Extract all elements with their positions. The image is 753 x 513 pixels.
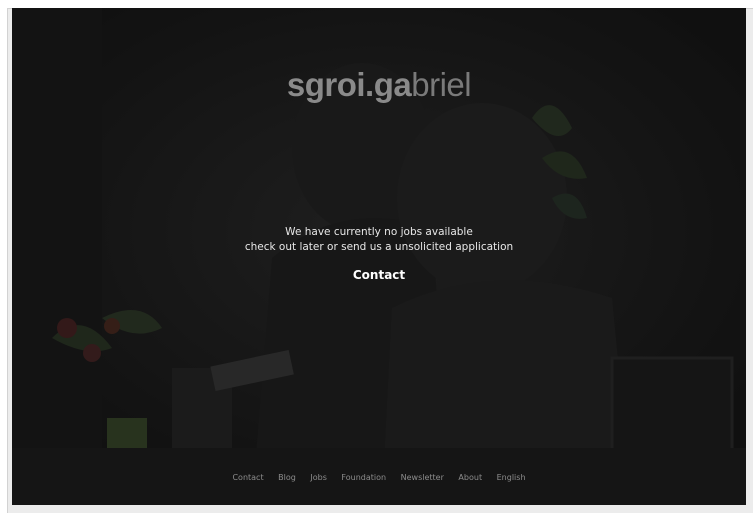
contact-link[interactable]: Contact <box>353 268 405 282</box>
message-line-2: check out later or send us a unsolicited… <box>244 241 514 253</box>
site-logo[interactable]: sgroi.gabriel <box>12 66 746 104</box>
logo-part-1: sgroi. <box>286 66 374 103</box>
footer-nav: Contact Blog Jobs Foundation Newsletter … <box>12 473 746 482</box>
footer-link-foundation[interactable]: Foundation <box>341 473 386 482</box>
footer-link-newsletter[interactable]: Newsletter <box>401 473 444 482</box>
footer-link-blog[interactable]: Blog <box>278 473 296 482</box>
footer-link-language[interactable]: English <box>497 473 526 482</box>
footer-link-about[interactable]: About <box>458 473 482 482</box>
footer-link-jobs[interactable]: Jobs <box>310 473 327 482</box>
logo-part-2: ga <box>373 66 412 103</box>
logo-part-3: briel <box>411 66 472 103</box>
jobs-message: We have currently no jobs available chec… <box>12 225 746 255</box>
footer-link-contact[interactable]: Contact <box>232 473 263 482</box>
hero-stage: sgroi.gabriel We have currently no jobs … <box>12 8 746 505</box>
contact-link-wrapper: Contact <box>12 268 746 282</box>
message-line-1: We have currently no jobs available <box>285 226 473 238</box>
